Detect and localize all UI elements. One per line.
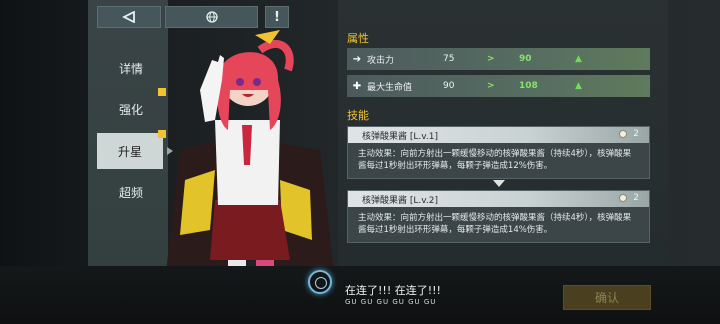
attribute-label: 最大生命值 (367, 82, 413, 93)
menu-item-enhance[interactable]: 强化 (96, 92, 166, 126)
energy-orb-icon (619, 130, 628, 138)
down-arrow-icon (493, 180, 505, 187)
health-icon: ✚ (352, 80, 362, 92)
skill-name: 核弹酸果酱 [L.v.1] (362, 131, 438, 142)
skill-name: 核弹酸果酱 [L.v.2] (362, 195, 438, 206)
speaker-avatar-icon (308, 270, 332, 294)
energy-orb-icon (619, 194, 628, 202)
back-arrow-icon (122, 11, 135, 23)
attribute-row-attack: ➔ 攻击力 75 > 90 ▲ (347, 48, 650, 70)
attack-icon: ➔ (352, 53, 362, 65)
upgrade-screen: ! 详情 强化 升星 超频 属性 ➔ 攻击力 75 > 90 ▲ ✚ 最大生命值… (0, 0, 720, 324)
info-button[interactable]: ! (265, 6, 289, 28)
skill-cost-value: 2 (633, 193, 639, 203)
menu-item-label: 详情 (118, 61, 143, 76)
attribute-arrow: > (487, 54, 495, 64)
attribute-to-value: 108 (519, 81, 538, 91)
dialog-subtext: GU GU GU GU GU GU (345, 298, 437, 306)
menu-item-details[interactable]: 详情 (96, 51, 166, 85)
menu-item-label: 升星 (117, 144, 142, 159)
increase-arrow-icon: ▲ (575, 54, 582, 64)
menu-item-star-up[interactable]: 升星 (97, 133, 173, 169)
globe-icon (205, 11, 218, 23)
confirm-button[interactable]: 确认 (563, 285, 651, 310)
skill-header: 核弹酸果酱 [L.v.1] 2 (348, 127, 649, 143)
attribute-label: 攻击力 (367, 55, 395, 66)
menu-item-label: 强化 (118, 102, 143, 117)
attribute-from-value: 90 (443, 81, 455, 91)
back-button[interactable] (97, 6, 161, 28)
info-icon: ! (274, 9, 280, 25)
skill-cost-value: 2 (633, 129, 639, 139)
skill-description: 主动效果：向前方射出一颗缓慢移动的核弹酸果酱（持续4秒），核弹酸果酱每过1秒射出… (358, 213, 632, 235)
skill-header: 核弹酸果酱 [L.v.2] 2 (348, 191, 649, 207)
skill-card-current: 核弹酸果酱 [L.v.1] 2 主动效果：向前方射出一颗缓慢移动的核弹酸果酱（持… (347, 126, 650, 179)
skills-title: 技能 (347, 109, 369, 122)
globe-button[interactable] (165, 6, 258, 28)
attribute-arrow: > (487, 81, 495, 91)
attribute-to-value: 90 (519, 54, 532, 64)
dialog-text: 在连了!!! 在连了!!! (345, 284, 441, 297)
increase-arrow-icon: ▲ (575, 81, 582, 91)
attributes-title: 属性 (347, 32, 369, 45)
attribute-from-value: 75 (443, 54, 455, 64)
menu-item-label: 超频 (118, 185, 143, 200)
menu-item-overclock[interactable]: 超频 (96, 175, 166, 209)
skill-cost: 2 (619, 193, 639, 203)
skill-cost: 2 (619, 129, 639, 139)
skill-card-next: 核弹酸果酱 [L.v.2] 2 主动效果：向前方射出一颗缓慢移动的核弹酸果酱（持… (347, 190, 650, 243)
attribute-row-health: ✚ 最大生命值 90 > 108 ▲ (347, 75, 650, 97)
skill-description: 主动效果：向前方射出一颗缓慢移动的核弹酸果酱（持续4秒），核弹酸果酱每过1秒射出… (358, 149, 632, 171)
